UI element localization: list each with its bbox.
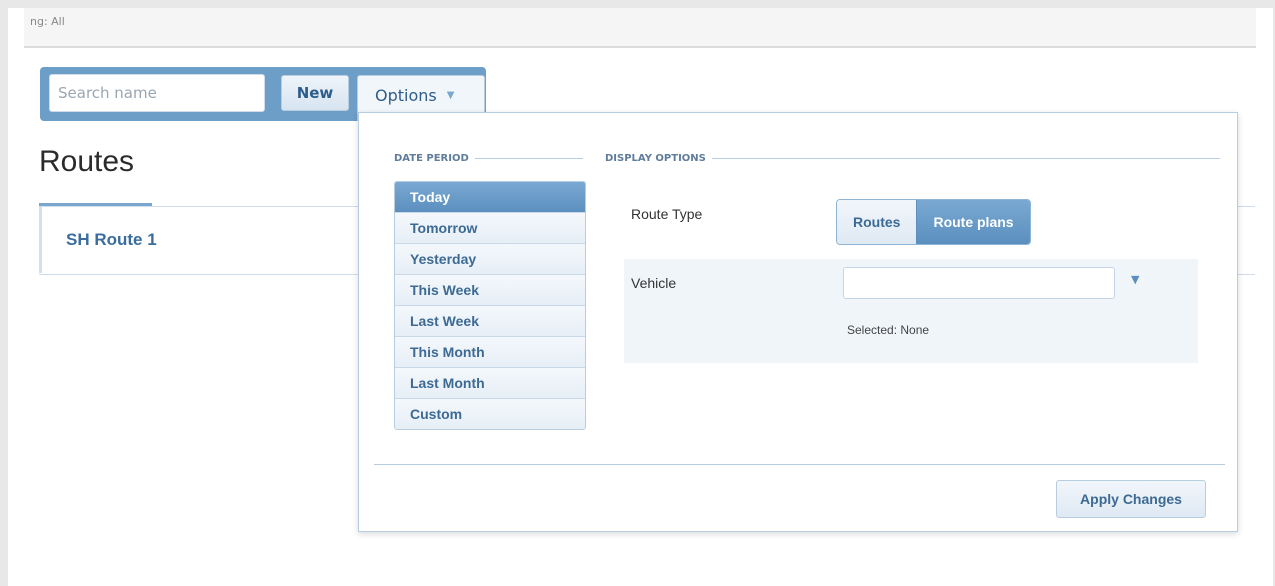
app-window: ng: All New Options ▼ Routes SH Route 1 … (8, 8, 1273, 586)
period-item-tomorrow[interactable]: Tomorrow (395, 212, 585, 243)
route-type-route-plans-button[interactable]: Route plans (916, 200, 1030, 244)
period-item-yesterday[interactable]: Yesterday (395, 243, 585, 274)
date-period-list: Today Tomorrow Yesterday This Week Last … (394, 181, 586, 430)
divider (474, 158, 583, 159)
apply-changes-button[interactable]: Apply Changes (1056, 480, 1206, 518)
route-name[interactable]: SH Route 1 (66, 230, 157, 250)
date-period-heading: DATE PERIOD (394, 153, 583, 164)
page-title: Routes (39, 145, 135, 178)
display-options-heading: DISPLAY OPTIONS (605, 153, 1220, 164)
top-bar: ng: All (24, 8, 1256, 48)
options-panel: DATE PERIOD DISPLAY OPTIONS Today Tomorr… (358, 112, 1238, 532)
route-type-toggle: Routes Route plans (836, 199, 1031, 245)
chevron-down-icon[interactable]: ▼ (1131, 273, 1139, 286)
display-options-heading-text: DISPLAY OPTIONS (605, 153, 706, 164)
period-item-last-week[interactable]: Last Week (395, 305, 585, 336)
period-item-this-week[interactable]: This Week (395, 274, 585, 305)
top-bar-text: ng: All (30, 15, 65, 28)
route-type-label: Route Type (631, 206, 703, 222)
period-item-custom[interactable]: Custom (395, 398, 585, 429)
divider (711, 158, 1220, 159)
date-period-heading-text: DATE PERIOD (394, 153, 469, 164)
search-input[interactable] (49, 74, 265, 112)
divider (374, 464, 1225, 465)
vehicle-label: Vehicle (631, 275, 677, 291)
chevron-down-icon: ▼ (446, 90, 455, 101)
options-button-label: Options (375, 86, 437, 105)
period-item-today[interactable]: Today (395, 182, 585, 212)
vehicle-selected-text: Selected: None (847, 323, 930, 337)
period-item-last-month[interactable]: Last Month (395, 367, 585, 398)
list-item[interactable]: SH Route 1 (39, 207, 372, 273)
route-type-routes-button[interactable]: Routes (837, 200, 917, 244)
period-item-this-month[interactable]: This Month (395, 336, 585, 367)
new-button[interactable]: New (281, 75, 349, 111)
vehicle-select[interactable] (843, 267, 1115, 299)
